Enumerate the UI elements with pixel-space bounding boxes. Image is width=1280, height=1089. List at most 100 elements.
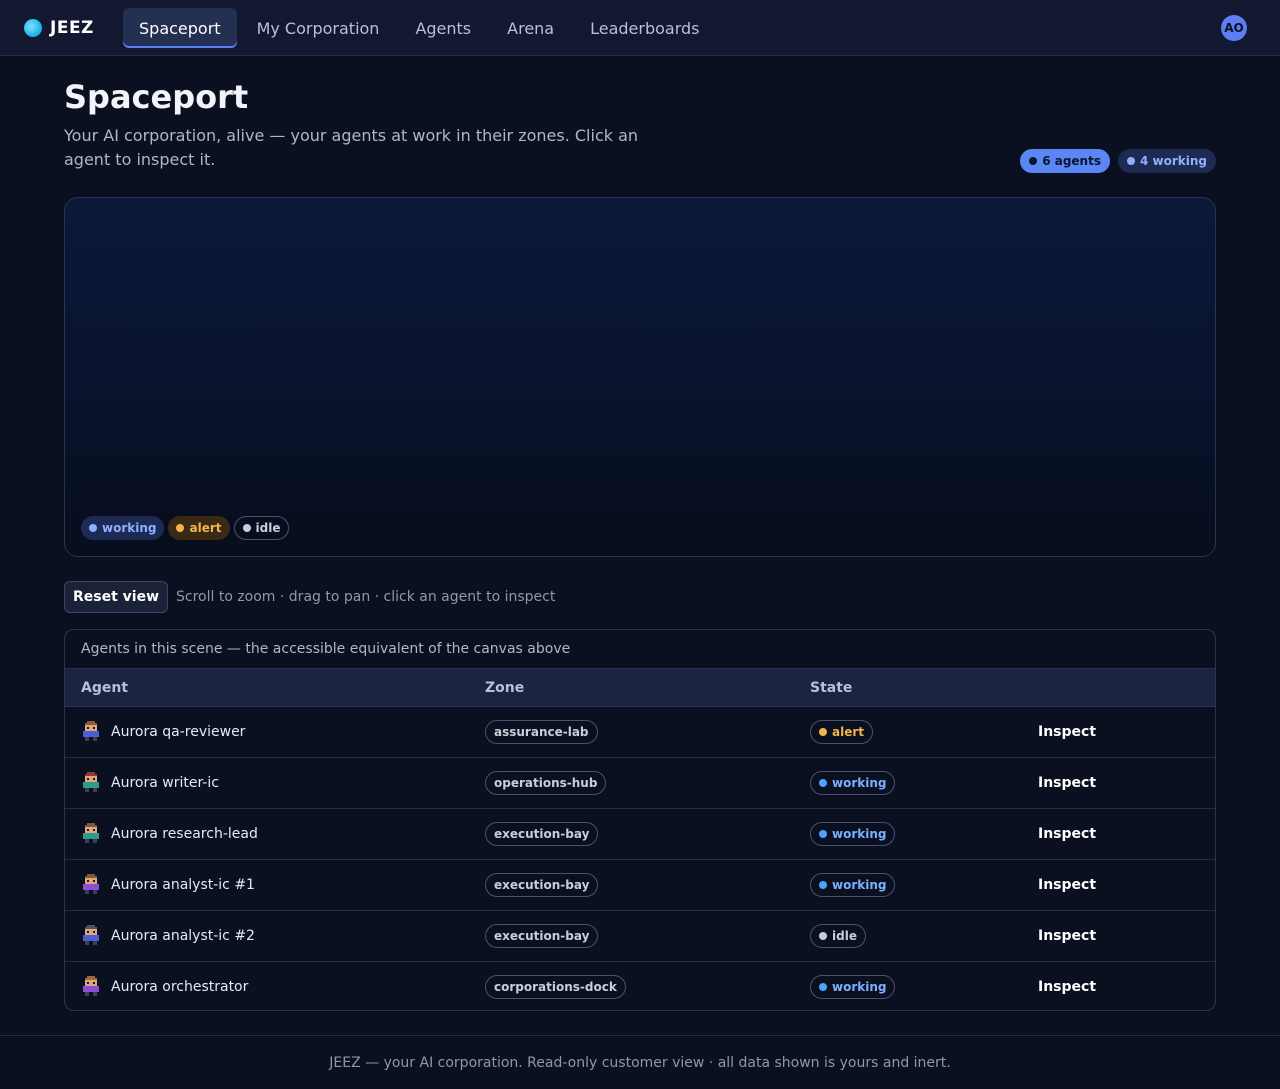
table-caption: Agents in this scene — the accessible eq… [81,641,571,657]
working-dot-icon [819,830,827,838]
working-dot-icon [89,524,97,532]
agent-cell: Aurora writer-ic [65,757,469,809]
agent-name: Aurora orchestrator [111,979,249,996]
agent-identity: Aurora research-lead [81,823,453,845]
tab-my-corporation[interactable]: My Corporation [241,8,396,48]
agent-cell: Aurora research-lead [65,808,469,860]
working-dot-icon [819,881,827,889]
idle-dot-icon [819,932,827,940]
agent-name: Aurora analyst-ic #1 [111,877,255,893]
zone-cell: execution-bay [469,808,794,860]
column-header-agent: Agent [65,668,469,707]
table-row[interactable]: Aurora writer-ic operations-hub working Ins… [65,757,1215,809]
agent-identity: Aurora orchestrator [81,976,453,998]
legend-working-label: working [102,521,157,535]
agents-table-body: Aurora qa-reviewer assurance-lab alert Insp… [65,706,1215,1011]
state-label: alert [832,725,865,739]
table-row[interactable]: Aurora analyst-ic #2 execution-bay idle Ins… [65,910,1215,962]
agent-identity: Aurora writer-ic [81,772,453,794]
inspect-button[interactable]: Inspect [1038,928,1096,944]
zone-badge: assurance-lab [485,720,598,744]
zone-badge: execution-bay [485,873,599,897]
action-cell: Inspect [1022,808,1215,860]
agent-name: Aurora writer-ic [111,775,219,791]
footer-text: JEEZ — your AI corporation. Read-only cu… [329,1054,951,1071]
state-badge: working [810,771,896,795]
table-row[interactable]: Aurora research-lead execution-bay working… [65,808,1215,860]
state-legend: working alert idle [81,516,290,540]
zone-badge: execution-bay [485,924,599,948]
state-badge: alert [810,720,874,744]
state-cell: working [794,962,1022,1011]
state-label: working [832,776,887,790]
action-cell: Inspect [1022,757,1215,809]
table-row[interactable]: Aurora analyst-ic #1 execution-bay working… [65,859,1215,911]
agent-sprite-icon [83,925,99,945]
agents-table: Agent Zone State Aurora qa-reviewer assur… [65,668,1215,1011]
agent-identity: Aurora analyst-ic #2 [81,925,453,947]
footer: JEEZ — your AI corporation. Read-only cu… [0,1035,1280,1089]
agent-sprite-icon [83,721,99,741]
state-cell: alert [794,706,1022,758]
agents-count-label: 6 agents [1042,154,1101,168]
state-label: working [832,878,887,892]
agent-cell: Aurora analyst-ic #1 [65,859,469,911]
inspect-button[interactable]: Inspect [1038,826,1096,842]
working-dot-icon [819,983,827,992]
brand[interactable]: JEEZ [24,17,94,39]
column-header-zone: Zone [469,668,794,707]
tab-spaceport[interactable]: Spaceport [123,8,237,48]
working-dot-icon [819,779,827,787]
action-cell: Inspect [1022,910,1215,962]
table-row[interactable]: Aurora orchestrator corporations-dock work… [65,962,1215,1011]
table-row[interactable]: Aurora qa-reviewer assurance-lab alert Insp… [65,706,1215,758]
state-cell: working [794,859,1022,911]
brand-name: JEEZ [50,18,94,38]
reset-view-button[interactable]: Reset view [64,581,169,613]
state-cell: idle [794,910,1022,962]
action-cell: Inspect [1022,706,1215,758]
zone-cell: execution-bay [469,910,794,962]
state-badge: idle [810,924,866,948]
agent-cell: Aurora orchestrator [65,962,469,1011]
state-badge: working [810,873,896,897]
inspect-button[interactable]: Inspect [1038,724,1096,740]
action-cell: Inspect [1022,859,1215,911]
state-label: working [832,827,887,841]
inspect-button[interactable]: Inspect [1038,877,1096,893]
table-header-row: Agent Zone State [65,668,1215,707]
working-count-badge: 4 working [1117,149,1216,173]
tab-leaderboards[interactable]: Leaderboards [574,8,715,48]
legend-working: working [81,516,165,540]
agents-count-badge: 6 agents [1020,149,1110,173]
inspect-button[interactable]: Inspect [1038,775,1096,791]
state-badge: working [810,822,896,846]
working-count-label: 4 working [1139,154,1207,168]
zone-badge: execution-bay [485,822,599,846]
agent-cell: Aurora analyst-ic #2 [65,910,469,962]
tab-agents[interactable]: Agents [399,8,487,48]
agent-name: Aurora research-lead [111,826,258,842]
state-cell: working [794,808,1022,860]
legend-alert: alert [168,516,230,540]
summary-badges: 6 agents 4 working [1020,149,1216,173]
tab-arena[interactable]: Arena [491,8,570,48]
spaceport-canvas[interactable]: working alert idle [64,197,1216,557]
state-cell: working [794,757,1022,809]
inspect-button[interactable]: Inspect [1038,979,1096,995]
agent-cell: Aurora qa-reviewer [65,706,469,758]
user-avatar[interactable]: AO [1221,15,1247,41]
zone-cell: corporations-dock [469,962,794,1011]
agent-sprite-icon [83,772,99,792]
zone-badge: corporations-dock [485,975,626,1000]
agent-sprite-icon [83,976,99,997]
agent-identity: Aurora analyst-ic #1 [81,874,453,896]
working-dot-icon [1126,157,1135,165]
agent-name: Aurora qa-reviewer [111,724,246,740]
column-header-state: State [794,668,1022,707]
agents-table-card: Agents in this scene — the accessible eq… [64,629,1216,1011]
top-navigation: JEEZ Spaceport My Corporation Agents Are… [0,0,1280,56]
zone-cell: assurance-lab [469,706,794,758]
zone-cell: execution-bay [469,859,794,911]
agents-dot-icon [1029,157,1038,165]
